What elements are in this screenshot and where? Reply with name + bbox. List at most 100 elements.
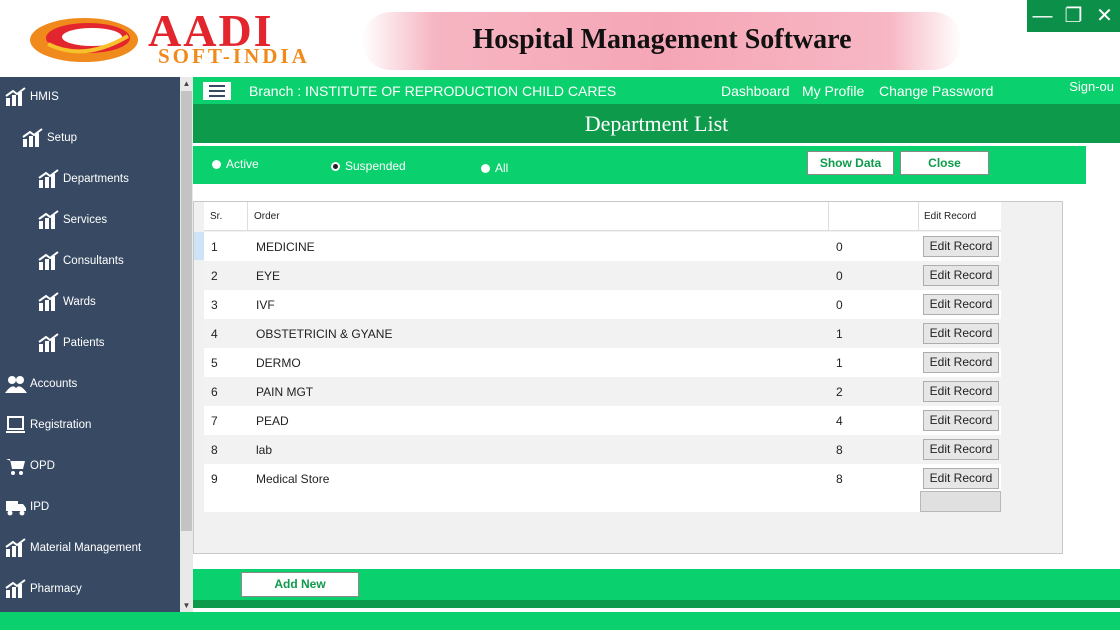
sidebar-item-consultants[interactable]: Consultants (38, 249, 124, 273)
truck-icon (6, 501, 26, 516)
sidebar-item-label: Pharmacy (30, 583, 82, 595)
edit-record-button[interactable]: Edit Record (923, 265, 999, 286)
cell-sr: 5 (211, 356, 218, 370)
table-row[interactable]: 5 DERMO 1 Edit Record (204, 348, 1001, 377)
sidebar-item-label: Patients (63, 337, 105, 349)
nav-dashboard-link[interactable]: Dashboard (721, 83, 790, 99)
edit-record-button[interactable]: Edit Record (923, 439, 999, 460)
table-row[interactable]: 4 OBSTETRICIN & GYANE 1 Edit Record (204, 319, 1001, 348)
cell-order: 0 (836, 298, 843, 312)
bottom-strip (193, 600, 1120, 608)
cell-order: 0 (836, 240, 843, 254)
cell-sr: 3 (211, 298, 218, 312)
radio-suspended[interactable]: Suspended (331, 159, 406, 173)
sidebar-item-wards[interactable]: Wards (38, 290, 96, 314)
chart-icon (22, 128, 43, 147)
chart-icon (5, 538, 26, 557)
empty-edit-cell[interactable] (920, 491, 1001, 512)
add-new-button[interactable]: Add New (241, 572, 359, 597)
sidebar-item-label: IPD (30, 501, 50, 513)
sidebar-item-label: OPD (30, 460, 55, 472)
table-row[interactable]: 3 IVF 0 Edit Record (204, 290, 1001, 319)
sidebar-scrollbar[interactable]: ▲ ▼ (180, 77, 193, 613)
header-sr: Sr. (210, 211, 223, 222)
chart-icon (38, 251, 59, 270)
cell-department-name: MEDICINE (256, 240, 315, 254)
edit-record-button[interactable]: Edit Record (923, 410, 999, 431)
edit-record-button[interactable]: Edit Record (923, 381, 999, 402)
table-row[interactable]: 7 PEAD 4 Edit Record (204, 406, 1001, 435)
cell-order: 0 (836, 269, 843, 283)
header-divider (828, 202, 829, 231)
cell-sr: 4 (211, 327, 218, 341)
nav-change-password-link[interactable]: Change Password (879, 83, 993, 99)
sidebar-item-pharmacy[interactable]: Pharmacy (5, 577, 82, 601)
table-row[interactable]: 9 Medical Store 8 Edit Record (204, 464, 1001, 493)
logo-subtext: SOFT-INDIA (158, 44, 310, 68)
minimize-icon[interactable]: — (1030, 2, 1056, 30)
sign-out-link[interactable]: Sign-ou (1069, 79, 1114, 94)
chart-icon (5, 87, 26, 106)
header-banner: AADI SOFT-INDIA Hospital Management Soft… (0, 0, 1120, 77)
cell-order: 1 (836, 327, 843, 341)
sidebar-item-label: Accounts (30, 378, 78, 390)
scroll-down-icon[interactable]: ▼ (180, 599, 193, 612)
cell-sr: 7 (211, 414, 218, 428)
close-button[interactable]: Close (900, 151, 989, 175)
header-divider (918, 202, 919, 231)
department-grid-container: Sr. Order Edit Record 1 MEDICINE 0 Edit Rec… (193, 201, 1063, 554)
cell-order: 2 (836, 385, 843, 399)
sidebar-item-ipd[interactable]: IPD (5, 495, 49, 519)
sidebar-item-label: Services (63, 214, 108, 226)
nav-my-profile-link[interactable]: My Profile (802, 83, 864, 99)
cell-department-name: EYE (256, 269, 281, 283)
sidebar-item-opd[interactable]: OPD (5, 454, 55, 478)
sidebar-item-material-management[interactable]: Material Management (5, 536, 141, 560)
sidebar-item-hmis[interactable]: HMIS (5, 85, 59, 109)
hamburger-menu-icon[interactable] (203, 82, 231, 100)
cell-department-name: IVF (256, 298, 275, 312)
scroll-thumb[interactable] (181, 91, 192, 531)
cell-department-name: DERMO (256, 356, 301, 370)
header-edit: Edit Record (924, 211, 977, 222)
page-title: Department List (193, 104, 1120, 143)
radio-all[interactable]: All (481, 161, 508, 175)
window-controls: — ❐ ✕ (1027, 0, 1120, 32)
table-row[interactable]: 2 EYE 0 Edit Record (204, 261, 1001, 290)
sidebar-item-services[interactable]: Services (38, 208, 107, 232)
app-window: AADI SOFT-INDIA Hospital Management Soft… (0, 0, 1120, 630)
radio-dot-icon (481, 163, 490, 173)
cell-sr: 1 (211, 240, 218, 254)
radio-active[interactable]: Active (212, 157, 259, 171)
close-icon[interactable]: ✕ (1092, 2, 1118, 30)
scroll-up-icon[interactable]: ▲ (180, 77, 193, 90)
edit-record-button[interactable]: Edit Record (923, 352, 999, 373)
chart-icon (38, 210, 59, 229)
radio-dot-selected-icon (331, 161, 340, 171)
table-row[interactable]: 8 lab 8 Edit Record (204, 435, 1001, 464)
sidebar-item-departments[interactable]: Departments (38, 167, 129, 191)
show-data-button[interactable]: Show Data (807, 151, 894, 175)
sidebar-item-label: Departments (63, 173, 129, 185)
edit-record-button[interactable]: Edit Record (923, 323, 999, 344)
edit-record-button[interactable]: Edit Record (923, 468, 999, 489)
sidebar-item-label: Wards (63, 296, 96, 308)
sidebar-item-label: Registration (30, 419, 92, 431)
edit-record-button[interactable]: Edit Record (923, 294, 999, 315)
grid-new-row[interactable] (204, 492, 1001, 512)
sidebar-item-label: HMIS (30, 91, 59, 103)
table-row[interactable]: 6 PAIN MGT 2 Edit Record (204, 377, 1001, 406)
branch-label: Branch : INSTITUTE OF REPRODUCTION CHILD… (249, 83, 617, 99)
header-divider (247, 202, 248, 231)
edit-record-button[interactable]: Edit Record (923, 236, 999, 257)
sidebar-item-accounts[interactable]: Accounts (5, 372, 77, 396)
sidebar-item-setup[interactable]: Setup (22, 126, 77, 150)
bottom-action-bar: Add New (193, 569, 1120, 600)
table-row[interactable]: 1 MEDICINE 0 Edit Record (204, 232, 1001, 261)
sidebar-item-patients[interactable]: Patients (38, 331, 105, 355)
restore-icon[interactable]: ❐ (1061, 2, 1087, 30)
row-selection-indicator (194, 232, 204, 260)
sidebar-item-registration[interactable]: Registration (5, 413, 91, 437)
cell-department-name: lab (256, 443, 273, 457)
chart-icon (38, 292, 59, 311)
